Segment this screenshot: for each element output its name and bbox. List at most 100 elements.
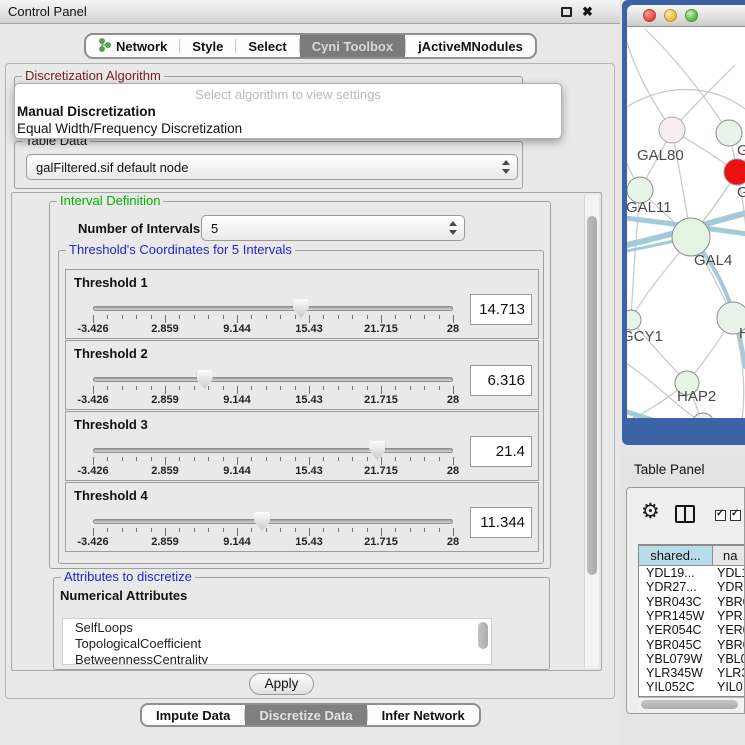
threshold-box: Threshold 2-3.4262.8599.14415.4321.71528… — [65, 340, 539, 410]
threshold-value-field[interactable]: 14.713 — [470, 294, 532, 325]
gear-icon[interactable]: ⚙ — [641, 501, 660, 523]
num-intervals-combo[interactable]: 5 — [201, 215, 465, 241]
network-node[interactable] — [659, 117, 685, 143]
slider-tick-labels: -3.4262.8599.14415.4321.71528 — [93, 394, 453, 406]
tab-discretize-data[interactable]: Discretize Data — [245, 705, 366, 725]
thresholds-group: Threshold's Coordinates for 5 Intervals … — [58, 250, 544, 564]
network-canvas[interactable]: GAL80 GA GAL1 GAL11 GAL4 GCY1 H HAP2 — [627, 27, 745, 418]
threshold-value-field[interactable]: 6.316 — [470, 365, 532, 396]
close-icon[interactable]: ✖ — [582, 3, 593, 21]
table-row[interactable]: YDR27...YDR2 — [639, 580, 745, 594]
dropdown-option[interactable]: Manual Discretization — [17, 104, 156, 119]
table-data-group: Table Data galFiltered.sif default node — [14, 141, 523, 189]
threshold-value-field[interactable]: 21.4 — [470, 436, 532, 467]
table-row[interactable]: YBR045CYBR0 — [639, 638, 745, 652]
list-item[interactable]: SelfLoops — [63, 620, 491, 636]
network-node[interactable] — [672, 218, 710, 256]
split-columns-icon[interactable] — [675, 505, 695, 523]
table-data-combo[interactable]: galFiltered.sif default node — [26, 154, 518, 180]
cell-name: YIL0 — [713, 680, 745, 694]
numerical-attributes-list[interactable]: SelfLoopsTopologicalCoefficientBetweenne… — [62, 618, 492, 665]
slider-track[interactable] — [93, 377, 453, 382]
table-hscrollbar[interactable] — [638, 697, 745, 710]
node-label: GAL1 — [737, 184, 745, 201]
control-panel-titlebar: Control Panel ✖ — [0, 0, 620, 24]
float-window-icon[interactable] — [561, 7, 572, 17]
num-intervals-label: Number of Intervals — [78, 221, 200, 236]
list-item[interactable]: TopologicalCoefficient — [63, 636, 491, 652]
tab-label: Impute Data — [156, 708, 230, 723]
combo-arrows-icon — [449, 221, 458, 235]
network-graph: GAL80 GA GAL1 GAL11 GAL4 GCY1 H HAP2 — [627, 27, 745, 418]
checkbox-icon[interactable] — [715, 510, 726, 521]
column-header[interactable]: na — [713, 545, 745, 566]
table-row[interactable]: YDL19...YDL1 — [639, 566, 745, 580]
node-label: GAL11 — [627, 199, 672, 216]
node-label: GA — [737, 142, 745, 159]
column-header[interactable]: shared... — [639, 545, 713, 566]
table-row[interactable]: YPR145WYPR1 — [639, 609, 745, 623]
dropdown-option[interactable]: Equal Width/Frequency Discretization — [17, 121, 242, 136]
table-row[interactable]: YIL052CYIL0 — [639, 680, 745, 694]
tab-label: jActiveMNodules — [418, 39, 523, 54]
cell-shared-name: YBR043C — [639, 595, 713, 609]
tab-jactivemnodules[interactable]: jActiveMNodules — [406, 35, 535, 57]
node-label: H — [739, 325, 745, 342]
table-panel-titlebar: Table Panel — [622, 455, 745, 485]
slider-track[interactable] — [93, 448, 453, 453]
tab-select[interactable]: Select — [236, 35, 298, 57]
close-traffic-light-icon[interactable] — [643, 9, 656, 22]
minimize-traffic-light-icon[interactable] — [664, 9, 677, 22]
network-node[interactable] — [724, 159, 745, 185]
node-label: GAL4 — [694, 252, 732, 269]
tab-style[interactable]: Style — [180, 35, 235, 57]
threshold-value-field[interactable]: 11.344 — [470, 507, 532, 538]
apply-button[interactable]: Apply — [249, 673, 314, 695]
tab-cyni-toolbox[interactable]: Cyni Toolbox — [300, 35, 405, 57]
settings-scroll-region: Interval Definition Number of Intervals … — [11, 192, 602, 671]
tab-label: Select — [248, 39, 286, 54]
list-scrollbar[interactable] — [478, 621, 489, 662]
table-row[interactable]: YLR345WYLR3 — [639, 666, 745, 680]
table-row[interactable]: YER054CYER0 — [639, 623, 745, 637]
tab-infer-network[interactable]: Infer Network — [368, 705, 479, 725]
slider-track[interactable] — [93, 306, 453, 311]
cyni-toolbox-panel: Discretization Algorithm Select algorith… — [5, 63, 615, 699]
node-label: GCY1 — [627, 328, 663, 345]
settings-scrollbar[interactable] — [584, 195, 599, 668]
network-node[interactable] — [692, 413, 714, 418]
network-icon — [98, 38, 111, 55]
zoom-traffic-light-icon[interactable] — [685, 9, 698, 22]
node-label: HAP2 — [677, 388, 716, 405]
tab-label: Infer Network — [382, 708, 465, 723]
table-panel-title: Table Panel — [634, 462, 705, 477]
list-item[interactable]: BetweennessCentrality — [63, 652, 491, 665]
network-window-titlebar — [627, 5, 745, 27]
table-row[interactable]: YBL079WYBL0 — [639, 652, 745, 666]
attributes-group: Attributes to discretize Numerical Attri… — [53, 577, 550, 670]
node-attribute-table[interactable]: shared... na YDL19...YDL1YDR27...YDR2YBR… — [638, 544, 745, 697]
cell-shared-name: YER054C — [639, 623, 713, 637]
dropdown-placeholder: Select algorithm to view settings — [15, 87, 561, 102]
tab-network[interactable]: Network — [86, 35, 179, 57]
tab-impute-data[interactable]: Impute Data — [142, 705, 244, 725]
interval-definition-group: Interval Definition Number of Intervals … — [49, 201, 551, 569]
node-label: GAL80 — [637, 147, 684, 164]
combo-arrows-icon — [502, 160, 511, 174]
checkbox-icon[interactable] — [730, 510, 741, 521]
cell-shared-name: YBR045C — [639, 638, 713, 652]
tab-label: Style — [192, 39, 223, 54]
cell-shared-name: YDL19... — [639, 566, 713, 580]
table-header-row: shared... na — [639, 545, 745, 566]
algorithm-dropdown-popup: Select algorithm to view settings Manual… — [14, 83, 562, 139]
threshold-label: Threshold 1 — [74, 275, 148, 290]
threshold-box: Threshold 1-3.4262.8599.14415.4321.71528… — [65, 269, 539, 339]
slider-track[interactable] — [93, 519, 453, 524]
slider-tick-labels: -3.4262.8599.14415.4321.71528 — [93, 465, 453, 477]
tab-label: Discretize Data — [259, 708, 352, 723]
cell-name: YDL1 — [713, 566, 745, 580]
network-node[interactable] — [627, 310, 641, 330]
threshold-label: Threshold 4 — [74, 488, 148, 503]
table-row[interactable]: YBR043CYBR0 — [639, 595, 745, 609]
screen: Control Panel ✖ Network Style Select Cyni T… — [0, 0, 745, 745]
